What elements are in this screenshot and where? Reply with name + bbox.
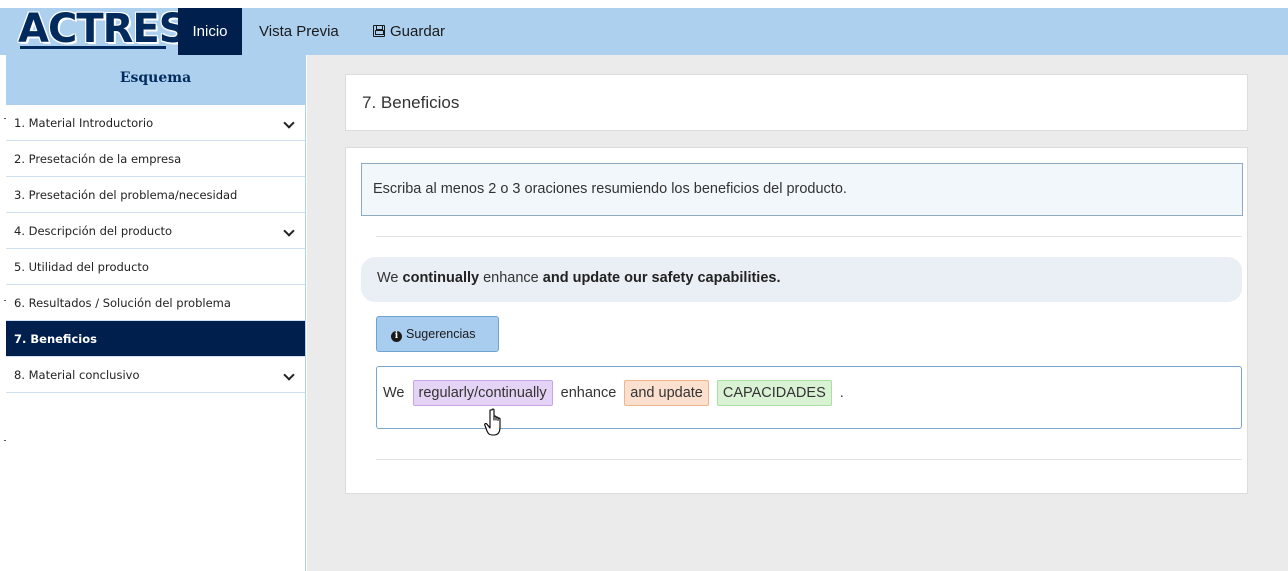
section-title: 7. Beneficios — [362, 93, 460, 112]
sentence-preview: We continually enhance and update our sa… — [361, 257, 1242, 302]
top-navbar: ACTRES Inicio Vista Previa Guardar — [0, 8, 1288, 55]
main-area: 7. Beneficios Escriba al menos 2 o 3 ora… — [307, 55, 1288, 571]
sidebar-item-label: 8. Material conclusivo — [14, 368, 140, 382]
sidebar-item-label: 5. Utilidad del producto — [14, 260, 149, 274]
chunk-text: . — [839, 385, 844, 401]
sidebar-item[interactable]: 8. Material conclusivo — [6, 357, 305, 393]
hand-pointer-cursor-icon — [484, 408, 501, 436]
divider — [376, 236, 1242, 237]
save-icon — [373, 25, 385, 37]
nav-vista-previa[interactable]: Vista Previa — [249, 8, 349, 55]
info-icon: i — [391, 331, 402, 342]
sidebar-item-label: 4. Descripción del producto — [14, 224, 173, 238]
sidebar-item-label: 7. Beneficios — [14, 332, 97, 346]
sentence-part: We — [377, 270, 403, 286]
chunk-tag-green[interactable]: CAPACIDADES — [716, 380, 832, 406]
chunk-tag-purple[interactable]: regularly/continually — [412, 380, 553, 406]
chevron-down-icon[interactable] — [283, 369, 295, 381]
chunk-text: enhance — [560, 385, 617, 401]
sidebar-item[interactable]: 2. Presetación de la empresa — [6, 141, 305, 177]
chunk-list: We regularly/continually enhance and update… — [383, 380, 852, 406]
chevron-down-icon[interactable] — [283, 225, 295, 237]
chunk-tag-orange[interactable]: and update — [624, 380, 709, 406]
sidebar-item[interactable]: 4. Descripción del producto — [6, 213, 305, 249]
sidebar-list: 1. Material Introductorio 2. Presetación … — [6, 105, 305, 393]
chunk-text: We — [383, 385, 405, 401]
sidebar-item[interactable]: 7. Beneficios — [6, 321, 305, 357]
sidebar-item[interactable]: 5. Utilidad del producto — [6, 249, 305, 285]
sidebar-item-label: 3. Presetación del problema/necesidad — [14, 188, 238, 202]
divider — [376, 459, 1242, 460]
instruction-box: Escriba al menos 2 o 3 oraciones resumie… — [361, 163, 1243, 216]
content-card: Escriba al menos 2 o 3 oraciones resumie… — [345, 147, 1248, 494]
sentence-part: enhance — [479, 270, 543, 286]
sidebar-item[interactable]: 3. Presetación del problema/necesidad — [6, 177, 305, 213]
guardar-label: Guardar — [390, 23, 446, 40]
sidebar-outline: Esquema 1. Material Introductorio 2. Pres… — [6, 55, 306, 571]
sidebar-header: Esquema — [6, 55, 305, 105]
actres-logo[interactable]: ACTRES — [18, 8, 188, 55]
sidebar-item-label: 6. Resultados / Solución del problema — [14, 296, 231, 310]
sugerencias-label: Sugerencias — [406, 327, 476, 341]
sidebar-item[interactable]: 6. Resultados / Solución del problema — [6, 285, 305, 321]
sentence-part-bold: continually — [402, 270, 480, 286]
chevron-down-icon[interactable] — [283, 117, 295, 129]
sentence-part-bold: and update our safety capabilities. — [542, 270, 781, 286]
sidebar-item[interactable]: 1. Material Introductorio — [6, 105, 305, 141]
nav-guardar-button[interactable]: Guardar — [363, 8, 455, 55]
sugerencias-button[interactable]: i Sugerencias — [376, 316, 499, 352]
sidebar-item-label: 2. Presetación de la empresa — [14, 152, 182, 166]
logo-underline — [20, 46, 166, 49]
section-title-card: 7. Beneficios — [345, 74, 1248, 131]
nav-inicio[interactable]: Inicio — [178, 8, 242, 55]
sidebar-item-label: 1. Material Introductorio — [14, 116, 154, 130]
sentence-builder[interactable]: We regularly/continually enhance and update… — [376, 366, 1242, 429]
